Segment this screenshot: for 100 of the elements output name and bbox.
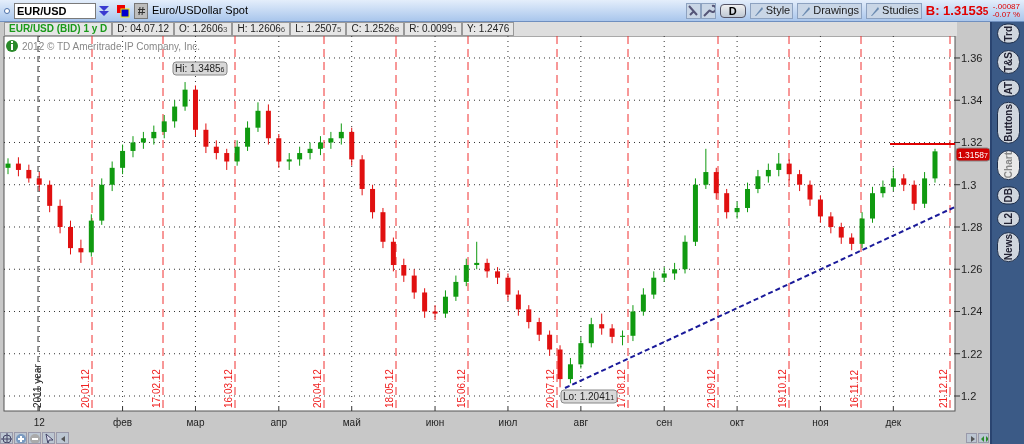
candle bbox=[661, 266, 667, 283]
symbol-field[interactable]: EUR/USD bbox=[14, 2, 96, 19]
candle bbox=[5, 157, 11, 175]
date-line-label: 21.12.12 bbox=[937, 369, 949, 408]
candle bbox=[88, 213, 94, 258]
candle bbox=[307, 142, 313, 160]
candle bbox=[692, 177, 698, 247]
info-cell: H: 1.26066 bbox=[232, 22, 291, 36]
scroll-left-icon[interactable] bbox=[56, 432, 69, 444]
candle bbox=[474, 241, 480, 270]
candle bbox=[161, 114, 167, 139]
candle bbox=[359, 154, 365, 196]
candle bbox=[213, 139, 219, 160]
candle bbox=[245, 120, 251, 152]
candle bbox=[317, 135, 323, 156]
info-cell: R: 0.00991 bbox=[404, 22, 463, 36]
hash-icon bbox=[137, 5, 145, 16]
candle bbox=[151, 125, 157, 146]
month-label: окт bbox=[729, 417, 745, 428]
pointer-icon[interactable] bbox=[42, 432, 55, 444]
candle bbox=[286, 152, 292, 171]
candle bbox=[432, 304, 438, 321]
candle bbox=[442, 289, 448, 319]
side-tab[interactable]: L2 bbox=[996, 210, 1020, 227]
price-tick-label: 1.36 bbox=[961, 51, 983, 64]
side-tab[interactable]: News bbox=[996, 232, 1020, 263]
pan-icon[interactable] bbox=[978, 433, 989, 443]
info-cell: D: 04.07.12 bbox=[112, 22, 175, 36]
candle bbox=[786, 158, 792, 181]
candle bbox=[109, 161, 115, 192]
candle bbox=[630, 304, 636, 342]
toolbar-button[interactable]: Style bbox=[749, 2, 794, 19]
candle bbox=[422, 287, 428, 319]
candle bbox=[922, 171, 928, 209]
candle bbox=[640, 287, 646, 317]
date-line-label: 18.05.12 bbox=[383, 369, 395, 408]
candle bbox=[609, 323, 615, 344]
date-line-label: 20.07.12 bbox=[544, 369, 556, 408]
candle bbox=[536, 317, 542, 342]
month-label: авг bbox=[573, 417, 589, 428]
month-label: 12 bbox=[33, 417, 45, 428]
candle bbox=[755, 169, 761, 194]
candle bbox=[734, 201, 740, 220]
side-tab[interactable]: Buttons bbox=[996, 102, 1020, 144]
side-tab[interactable]: DB bbox=[996, 186, 1020, 205]
candle bbox=[328, 131, 334, 150]
side-tab[interactable]: T&S bbox=[996, 49, 1020, 74]
candle bbox=[620, 330, 626, 346]
candle bbox=[276, 133, 282, 169]
candle bbox=[57, 199, 63, 234]
month-label: дек bbox=[885, 417, 902, 428]
candle bbox=[47, 180, 53, 213]
date-line-label: 20.04.12 bbox=[311, 369, 323, 408]
year-marker-label: 2011 year bbox=[32, 364, 43, 408]
candle bbox=[203, 122, 209, 154]
info-icon bbox=[6, 40, 18, 52]
candle bbox=[484, 258, 490, 279]
candle bbox=[588, 317, 594, 348]
candle bbox=[411, 268, 417, 300]
change-percent: -0.07 % bbox=[992, 10, 1020, 19]
price-tick-label: 1.22 bbox=[961, 347, 983, 360]
scroll-right-icon[interactable] bbox=[966, 433, 977, 443]
candle bbox=[682, 234, 688, 274]
zoom-out-icon[interactable] bbox=[28, 432, 41, 444]
candle bbox=[15, 156, 21, 177]
candle bbox=[390, 237, 396, 272]
candle bbox=[713, 167, 719, 200]
candle bbox=[599, 313, 605, 336]
price-tick-label: 1.3 bbox=[961, 178, 977, 191]
candle bbox=[838, 222, 844, 245]
info-cell: L: 1.25075 bbox=[290, 22, 347, 36]
month-label: апр bbox=[270, 417, 288, 428]
date-line-label: 17.08.12 bbox=[615, 369, 627, 408]
candle bbox=[224, 148, 230, 171]
copyright-text: 2012 © TD Ameritrade IP Company, Inc. bbox=[22, 41, 200, 52]
side-tab[interactable]: AT bbox=[996, 79, 1020, 97]
squares-icon[interactable] bbox=[116, 3, 130, 18]
candle bbox=[380, 207, 386, 249]
candle bbox=[797, 169, 803, 192]
candle bbox=[78, 239, 84, 264]
crosshair-icon[interactable] bbox=[0, 432, 13, 444]
candle bbox=[349, 127, 355, 167]
info-cell: O: 1.26063 bbox=[174, 22, 233, 36]
candle bbox=[193, 84, 198, 137]
instrument-description: Euro/USDollar Spot bbox=[152, 3, 248, 19]
toolbar-button[interactable]: Studies bbox=[866, 2, 922, 19]
zoom-in-icon[interactable] bbox=[14, 432, 27, 444]
candle bbox=[932, 148, 938, 184]
candle bbox=[338, 122, 344, 146]
date-line-label: 16.03.12 bbox=[222, 369, 234, 408]
side-tab[interactable]: Trd bbox=[996, 24, 1020, 44]
tools-button[interactable] bbox=[685, 2, 701, 19]
price-tick-label: 1.26 bbox=[961, 263, 983, 276]
period-button[interactable]: D bbox=[719, 3, 746, 18]
candle bbox=[703, 148, 709, 190]
hash-button[interactable] bbox=[134, 2, 148, 19]
candle bbox=[859, 211, 865, 249]
candle bbox=[99, 177, 105, 226]
month-label: июн bbox=[425, 417, 445, 428]
toolbar-button[interactable]: Drawings bbox=[797, 2, 863, 19]
